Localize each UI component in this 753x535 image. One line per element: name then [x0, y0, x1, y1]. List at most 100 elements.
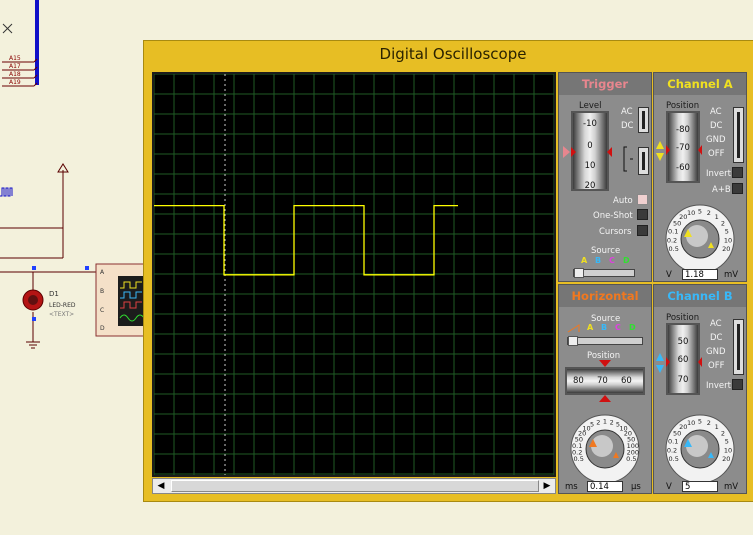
scroll-left-icon[interactable]: ◀ — [153, 479, 169, 493]
channel-b-ac-label: AC — [710, 319, 722, 329]
horizontal-source-a[interactable]: A — [587, 323, 593, 332]
trigger-source-thumb[interactable] — [574, 268, 584, 278]
trigger-source-label: Source — [591, 246, 621, 256]
channel-b-value[interactable]: 5 — [682, 481, 718, 492]
channel-b-coupling-switch[interactable] — [733, 319, 744, 375]
trigger-coupling-switch[interactable] — [638, 107, 649, 133]
channel-a-off-label: OFF — [708, 149, 725, 159]
ramp-icon — [567, 324, 580, 333]
level-pointer-icon — [563, 146, 612, 158]
channel-b-unit-left: V — [666, 482, 672, 492]
channel-b-invert-label: Invert — [706, 381, 731, 391]
channel-a-coupling-switch[interactable] — [733, 107, 744, 163]
channel-b-pointer-icon — [656, 353, 702, 373]
dial-tick-label: 20 — [722, 455, 730, 463]
trigger-source-a[interactable]: A — [581, 256, 587, 265]
component-type: LED-RED — [49, 302, 76, 309]
instrument-pin-a: A — [100, 269, 105, 276]
dial-tick-label: 10 — [687, 209, 695, 217]
channel-a-dc-label: DC — [710, 121, 723, 131]
window-title[interactable]: Digital Oscilloscope — [144, 45, 753, 63]
dial-tick-label: 2 — [707, 209, 711, 217]
dial-tick-label: 5 — [725, 438, 729, 446]
horizontal-unit-right: µs — [631, 482, 641, 492]
dial-tick-label: 2 — [610, 418, 614, 426]
channel-a-unit-right: mV — [724, 270, 739, 280]
dial-tick-label: 5 — [698, 208, 702, 216]
one-shot-label: One-Shot — [593, 211, 633, 221]
cursors-button[interactable] — [637, 225, 648, 236]
dial-tick-label: 1 — [603, 418, 607, 426]
level-label: Level — [579, 101, 602, 111]
channel-a-panel: Channel A Position -80 -70 -60 AC DC GND… — [653, 72, 747, 282]
channel-b-volts-dial[interactable]: 0.50.20.1502010 5 21251020 — [654, 403, 746, 483]
instrument-pin-d: D — [100, 325, 105, 332]
bus-label: A18 — [9, 71, 21, 78]
horizontal-title: Horizontal — [559, 285, 651, 307]
channel-a-invert-label: Invert — [706, 169, 731, 179]
channel-a-title: Channel A — [654, 73, 746, 95]
dial-tick-label: 0.5 — [669, 455, 679, 463]
trigger-ac-label: AC — [621, 107, 633, 117]
dial-tick-label: 5 — [590, 421, 594, 429]
channel-b-title: Channel B — [654, 285, 746, 307]
horizontal-source-c[interactable]: C — [615, 323, 621, 332]
dial-tick-label: 1 — [715, 213, 719, 221]
edge-select-switch[interactable] — [638, 147, 649, 175]
bus-label: A17 — [9, 63, 21, 70]
trigger-source-b[interactable]: B — [595, 256, 601, 265]
trigger-source-c[interactable]: C — [609, 256, 615, 265]
dial-tick-label: 5 — [725, 228, 729, 236]
dial-tick-label: 0.5 — [626, 455, 636, 463]
horizontal-panel: Horizontal Source A B C D Position 80 70… — [558, 284, 652, 494]
channel-a-ac-label: AC — [710, 107, 722, 117]
dial-tick-label: 0.1 — [668, 438, 678, 446]
horizontal-unit-left: ms — [565, 482, 578, 492]
dial-tick-label: 2 — [721, 219, 725, 227]
channel-a-value[interactable]: 1.18 — [682, 269, 718, 280]
horizontal-source-slider[interactable] — [567, 336, 643, 346]
scroll-right-icon[interactable]: ▶ — [539, 479, 555, 493]
trigger-source-d[interactable]: D — [623, 256, 630, 265]
dial-tick-label: 10 — [687, 419, 695, 427]
auto-label: Auto — [613, 196, 633, 206]
scope-screen — [152, 72, 556, 477]
horizontal-position-drum[interactable]: 80 70 60 — [565, 367, 645, 395]
a-plus-b-button[interactable] — [732, 183, 743, 194]
timebase-dial[interactable]: 0.50.20.1502010 5 2 1 2 5 1020501002000.5 — [559, 403, 651, 483]
bus-label: A15 — [9, 55, 21, 62]
a-plus-b-label: A+B — [712, 185, 731, 195]
one-shot-button[interactable] — [637, 209, 648, 220]
channel-a-pointer-icon — [656, 141, 702, 161]
channel-b-invert-button[interactable] — [732, 379, 743, 390]
bus-label: A19 — [9, 79, 21, 86]
instrument-pin-c: C — [100, 307, 105, 314]
horizontal-scrollbar[interactable]: ◀ ▶ — [152, 478, 556, 494]
dial-tick-label: 5 — [698, 418, 702, 426]
auto-button[interactable] — [637, 194, 648, 205]
channel-a-volts-dial[interactable]: 0.50.20.1502010 5 21251020 — [654, 195, 746, 271]
channel-a-invert-button[interactable] — [732, 167, 743, 178]
component-text: <TEXT> — [49, 311, 75, 318]
dial-tick-label: 0.2 — [667, 236, 677, 244]
trigger-source-slider[interactable] — [573, 268, 635, 278]
horizontal-source-thumb[interactable] — [568, 336, 578, 346]
horizontal-source-b[interactable]: B — [601, 323, 607, 332]
channel-b-panel: Channel B Position 50 60 70 AC DC GND OF… — [653, 284, 747, 494]
trigger-title: Trigger — [559, 73, 651, 95]
dial-tick-label: 2 — [596, 418, 600, 426]
channel-a-unit-left: V — [666, 270, 672, 280]
horizontal-value[interactable]: 0.14 — [587, 481, 623, 492]
dial-tick-label: 10 — [724, 446, 732, 454]
channel-a-gnd-label: GND — [706, 135, 726, 145]
dial-tick-label: 2 — [707, 419, 711, 427]
instrument-pin-b: B — [100, 288, 105, 295]
cursors-label: Cursors — [599, 227, 632, 237]
dial-tick-label: 2 — [721, 429, 725, 437]
horizontal-source-d[interactable]: D — [629, 323, 636, 332]
position-bottom-pointer-icon — [599, 395, 611, 402]
dial-tick-label: 0.1 — [668, 228, 678, 236]
dial-tick-label: 1 — [715, 423, 719, 431]
channel-b-gnd-label: GND — [706, 347, 726, 357]
scroll-thumb[interactable] — [171, 480, 539, 492]
